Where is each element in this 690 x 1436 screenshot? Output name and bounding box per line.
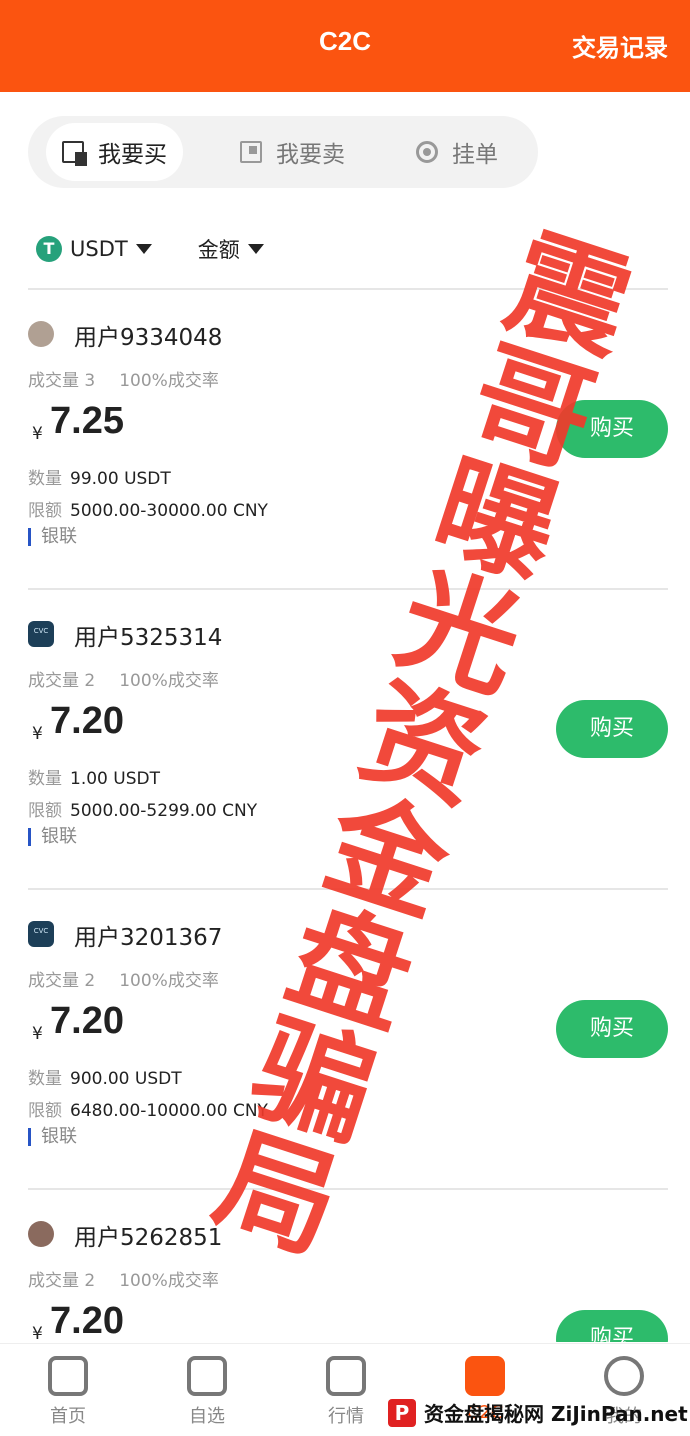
unit-price: 7.20 — [50, 1300, 124, 1342]
user-name: 用户5325314 — [74, 625, 223, 651]
avatar — [28, 621, 54, 647]
limit-value: 5000.00-30000.00 CNY — [70, 501, 268, 521]
avatar — [28, 321, 54, 347]
listing-card: 用户9334048 成交量 3 100%成交率 ¥ 7.25 数量 99.00 US… — [28, 290, 668, 590]
home-icon — [48, 1356, 88, 1396]
quantity-value: 900.00 USDT — [70, 1069, 182, 1089]
buy-button[interactable]: 购买 — [556, 700, 668, 758]
tether-icon: T — [36, 236, 62, 262]
currency-symbol: ¥ — [32, 1024, 43, 1044]
market-icon — [326, 1356, 366, 1396]
quantity-label: 数量 — [28, 769, 62, 789]
site-watermark: P 资金盘揭秘网 ZiJinPan.net — [388, 1398, 688, 1427]
completion-rate: 100%成交率 — [119, 371, 219, 391]
tab-label: 行情 — [328, 1406, 364, 1427]
site-logo-icon: P — [388, 1398, 416, 1427]
unit-price: 7.20 — [50, 1000, 124, 1042]
caret-down-icon — [247, 244, 264, 254]
limit-label: 限额 — [28, 801, 62, 821]
tab-sell[interactable]: 我要卖 — [224, 123, 361, 181]
user-name: 用户3201367 — [74, 925, 223, 951]
buy-icon — [62, 141, 87, 166]
avatar — [28, 1221, 54, 1247]
listing-card: 用户3201367 成交量 2 100%成交率 ¥ 7.20 数量 900.00 U… — [28, 890, 668, 1190]
tab-label: 自选 — [189, 1406, 225, 1427]
listing-card: 用户5262851 成交量 2 100%成交率 ¥ 7.20 购买 — [28, 1190, 668, 1342]
avatar — [28, 921, 54, 947]
quantity-label: 数量 — [28, 469, 62, 489]
sell-icon — [240, 141, 262, 163]
payment-method: 银联 — [28, 1128, 77, 1146]
filter-bar: T USDT 金额 — [36, 232, 264, 266]
quantity-label: 数量 — [28, 1069, 62, 1089]
tab-buy[interactable]: 我要买 — [46, 123, 183, 181]
quantity-value: 99.00 USDT — [70, 469, 171, 489]
amount-filter[interactable]: 金额 — [198, 234, 264, 264]
completion-rate: 100%成交率 — [119, 671, 219, 691]
trade-volume: 成交量 2 — [28, 1271, 96, 1291]
user-name: 用户5262851 — [74, 1225, 223, 1251]
tab-watchlist[interactable]: 自选 — [162, 1356, 252, 1428]
trade-stats: 成交量 2 100%成交率 — [28, 666, 219, 691]
quantity-row: 数量 99.00 USDT — [28, 464, 171, 489]
currency-symbol: ¥ — [32, 724, 43, 744]
limit-value: 5000.00-5299.00 CNY — [70, 801, 258, 821]
coin-filter[interactable]: T USDT — [36, 236, 152, 262]
limit-row: 限额 5000.00-5299.00 CNY — [28, 796, 257, 821]
tab-label: 我要买 — [98, 142, 167, 168]
user-name: 用户9334048 — [74, 325, 223, 351]
payment-method: 银联 — [28, 528, 77, 546]
caret-down-icon — [135, 244, 152, 254]
buy-button[interactable]: 购买 — [556, 400, 668, 458]
trade-mode-tabs: 我要买 我要卖 挂单 — [28, 116, 538, 188]
tab-label: 首页 — [50, 1406, 86, 1427]
limit-value: 6480.00-10000.00 CNY — [70, 1101, 268, 1121]
tab-label: 我要卖 — [276, 142, 345, 168]
c2c-icon — [465, 1356, 505, 1396]
quantity-row: 数量 900.00 USDT — [28, 1064, 182, 1089]
order-icon — [416, 141, 438, 163]
currency-symbol: ¥ — [32, 424, 43, 444]
trade-stats: 成交量 2 100%成交率 — [28, 966, 219, 991]
trade-volume: 成交量 2 — [28, 971, 96, 991]
tab-market[interactable]: 行情 — [301, 1356, 391, 1428]
trade-stats: 成交量 3 100%成交率 — [28, 366, 219, 391]
buy-button[interactable]: 购买 — [556, 1310, 668, 1342]
buy-button[interactable]: 购买 — [556, 1000, 668, 1058]
limit-row: 限额 5000.00-30000.00 CNY — [28, 496, 268, 521]
unit-price: 7.25 — [50, 400, 124, 442]
trade-records-link[interactable]: 交易记录 — [572, 28, 668, 63]
completion-rate: 100%成交率 — [119, 971, 219, 991]
quantity-row: 数量 1.00 USDT — [28, 764, 160, 789]
tab-home[interactable]: 首页 — [23, 1356, 113, 1428]
amount-label: 金额 — [197, 238, 240, 262]
limit-row: 限额 6480.00-10000.00 CNY — [28, 1096, 268, 1121]
tab-label: 挂单 — [452, 142, 498, 168]
trade-volume: 成交量 3 — [28, 371, 96, 391]
trade-volume: 成交量 2 — [28, 671, 96, 691]
completion-rate: 100%成交率 — [119, 1271, 219, 1291]
watchlist-icon — [187, 1356, 227, 1396]
profile-icon — [604, 1356, 644, 1396]
unit-price: 7.20 — [50, 700, 124, 742]
payment-method: 银联 — [28, 828, 77, 846]
app-header: C2C 交易记录 — [0, 0, 690, 92]
tab-orders[interactable]: 挂单 — [400, 123, 514, 181]
trade-stats: 成交量 2 100%成交率 — [28, 1266, 219, 1291]
limit-label: 限额 — [28, 501, 62, 521]
quantity-value: 1.00 USDT — [70, 769, 160, 789]
site-name: 资金盘揭秘网 ZiJinPan.net — [424, 1402, 688, 1426]
limit-label: 限额 — [28, 1101, 62, 1121]
listing-card: 用户5325314 成交量 2 100%成交率 ¥ 7.20 数量 1.00 USD… — [28, 590, 668, 890]
currency-symbol: ¥ — [32, 1324, 43, 1342]
coin-label: USDT — [70, 237, 128, 261]
